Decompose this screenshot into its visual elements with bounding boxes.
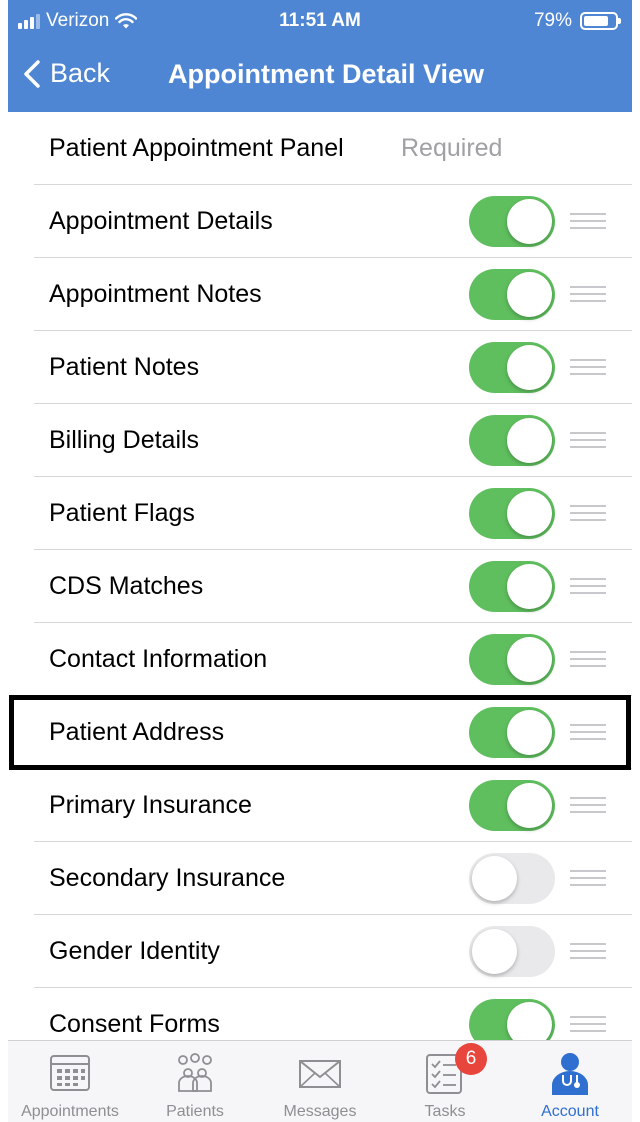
list-item-label: Secondary Insurance <box>49 864 286 892</box>
visibility-toggle[interactable] <box>469 488 555 539</box>
envelope-icon <box>299 1060 341 1088</box>
visibility-toggle[interactable] <box>469 196 555 247</box>
tasks-badge: 6 <box>455 1043 487 1075</box>
toggle-knob <box>472 929 517 974</box>
drag-handle-icon[interactable] <box>570 651 606 668</box>
tab-account[interactable]: Account <box>508 1041 632 1122</box>
visibility-toggle[interactable] <box>469 634 555 685</box>
list-item: Patient Appointment Panel Required <box>0 112 640 185</box>
visibility-toggle[interactable] <box>469 780 555 831</box>
list-item-label: Appointment Details <box>49 207 273 235</box>
toggle-knob <box>507 491 552 536</box>
patients-icon <box>178 1053 212 1092</box>
list-item: Appointment Details <box>0 185 640 258</box>
list-item: Billing Details <box>0 404 640 477</box>
calendar-icon <box>50 1055 90 1091</box>
nav-bar: Back Appointment Detail View <box>8 44 632 112</box>
battery-fill <box>584 16 608 26</box>
toggle-knob <box>507 345 552 390</box>
status-bar: Verizon 11:51 AM 79% <box>8 0 632 44</box>
visibility-toggle[interactable] <box>469 561 555 612</box>
back-button[interactable]: Back <box>22 58 110 89</box>
header: Verizon 11:51 AM 79% Back Appointment De… <box>8 0 632 112</box>
visibility-toggle[interactable] <box>469 269 555 320</box>
list-item-label: Billing Details <box>49 426 200 454</box>
visibility-toggle[interactable] <box>469 853 555 904</box>
toggle-knob <box>507 710 552 755</box>
visibility-toggle[interactable] <box>469 342 555 393</box>
list-item: Gender Identity <box>0 915 640 988</box>
list-item: Patient Address <box>0 696 640 769</box>
toggle-knob <box>507 564 552 609</box>
toggle-knob <box>507 272 552 317</box>
required-label: Required <box>401 134 503 162</box>
list-item: CDS Matches <box>0 550 640 623</box>
drag-handle-icon[interactable] <box>570 213 606 230</box>
back-label: Back <box>50 58 111 88</box>
list-item: Primary Insurance <box>0 769 640 842</box>
drag-handle-icon[interactable] <box>570 505 606 522</box>
toggle-knob <box>507 637 552 682</box>
list-item-label: Appointment Notes <box>49 280 262 308</box>
tab-bar: Appointments Patients Messages 6 Tasks A… <box>8 1040 632 1122</box>
drag-handle-icon[interactable] <box>570 1016 606 1033</box>
drag-handle-icon[interactable] <box>570 578 606 595</box>
doctor-icon <box>552 1053 588 1095</box>
drag-handle-icon[interactable] <box>570 359 606 376</box>
visibility-toggle[interactable] <box>469 415 555 466</box>
list-item: Appointment Notes <box>0 258 640 331</box>
drag-handle-icon[interactable] <box>570 286 606 303</box>
drag-handle-icon[interactable] <box>570 943 606 960</box>
list-item-label: CDS Matches <box>49 572 204 600</box>
battery-icon <box>580 12 621 30</box>
panel-list: Patient Appointment Panel Required Appoint… <box>0 112 640 1061</box>
list-item: Patient Flags <box>0 477 640 550</box>
battery-percent: 79% <box>533 10 572 31</box>
drag-handle-icon[interactable] <box>570 797 606 814</box>
list-item-label: Patient Notes <box>49 353 200 381</box>
toggle-knob <box>472 856 517 901</box>
visibility-toggle[interactable] <box>469 926 555 977</box>
drag-handle-icon[interactable] <box>570 724 606 741</box>
list-item: Patient Notes <box>0 331 640 404</box>
toggle-knob <box>507 199 552 244</box>
toggle-knob <box>507 418 552 463</box>
list-item-label: Contact Information <box>49 645 268 673</box>
list-item: Contact Information <box>0 623 640 696</box>
drag-handle-icon[interactable] <box>570 870 606 887</box>
page-title: Appointment Detail View <box>168 59 485 89</box>
list-item-label: Patient Appointment Panel <box>49 134 344 162</box>
toggle-knob <box>507 783 552 828</box>
tab-label: Account <box>541 1103 599 1120</box>
list-item-label: Gender Identity <box>49 937 220 965</box>
chevron-left-icon <box>24 59 40 88</box>
drag-handle-icon[interactable] <box>570 432 606 449</box>
list-item-label: Primary Insurance <box>49 791 252 819</box>
list-item: Secondary Insurance <box>0 842 640 915</box>
list-item-label: Patient Address <box>49 718 225 746</box>
visibility-toggle[interactable] <box>469 707 555 758</box>
list-item-label: Patient Flags <box>49 499 195 527</box>
